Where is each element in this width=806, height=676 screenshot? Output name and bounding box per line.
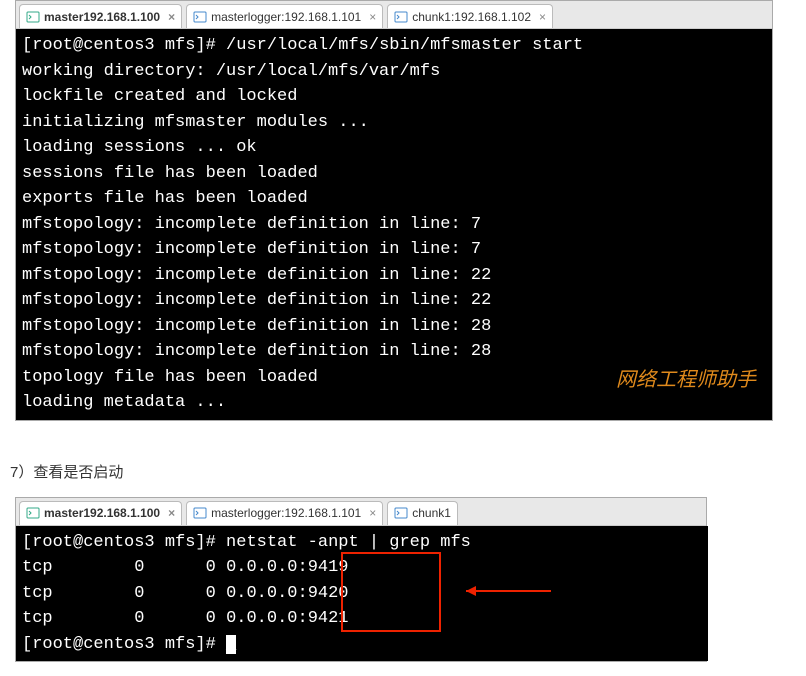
close-icon[interactable]: × xyxy=(164,506,175,520)
output-line: initializing mfsmaster modules ... xyxy=(22,113,369,132)
tab-bar-1: master192.168.1.100 × masterlogger:192.1… xyxy=(16,1,772,29)
watermark-text: 网络工程师助手 xyxy=(616,365,756,395)
close-icon[interactable]: × xyxy=(535,10,546,24)
terminal-icon xyxy=(193,506,207,520)
tab-label: master192.168.1.100 xyxy=(44,506,160,520)
terminal-icon xyxy=(26,10,40,24)
output-line: topology file has been loaded xyxy=(22,368,318,387)
terminal-icon xyxy=(394,10,408,24)
output-line: exports file has been loaded xyxy=(22,189,308,208)
terminal-window-1: master192.168.1.100 × masterlogger:192.1… xyxy=(15,0,773,421)
section-label: 7）查看是否启动 xyxy=(10,461,806,482)
terminal2-wrapper: [root@centos3 mfs]# netstat -anpt | grep… xyxy=(16,526,708,662)
tab-label: master192.168.1.100 xyxy=(44,10,160,24)
close-icon[interactable]: × xyxy=(164,10,175,24)
terminal-icon xyxy=(193,10,207,24)
output-line: mfstopology: incomplete definition in li… xyxy=(22,240,481,259)
close-icon[interactable]: × xyxy=(365,10,376,24)
terminal-output-2[interactable]: [root@centos3 mfs]# netstat -anpt | grep… xyxy=(16,526,708,662)
output-line: sessions file has been loaded xyxy=(22,164,318,183)
close-icon[interactable]: × xyxy=(365,506,376,520)
output-line: mfstopology: incomplete definition in li… xyxy=(22,215,481,234)
tab-label: masterlogger:192.168.1.101 xyxy=(211,10,361,24)
output-line: lockfile created and locked xyxy=(22,87,297,106)
tab-masterlogger[interactable]: masterlogger:192.168.1.101 × xyxy=(186,4,383,28)
terminal-icon xyxy=(394,506,408,520)
netstat-row: tcp 0 0 0.0.0.0:9420 xyxy=(22,584,349,603)
netstat-row: tcp 0 0 0.0.0.0:9421 xyxy=(22,609,349,628)
tab-master[interactable]: master192.168.1.100 × xyxy=(19,501,182,525)
prompt: [root@centos3 mfs]# xyxy=(22,635,226,654)
netstat-row: tcp 0 0 0.0.0.0:9419 xyxy=(22,558,349,577)
tab-label: chunk1:192.168.1.102 xyxy=(412,10,531,24)
output-line: mfstopology: incomplete definition in li… xyxy=(22,266,491,285)
tab-label: chunk1 xyxy=(412,506,451,520)
output-line: working directory: /usr/local/mfs/var/mf… xyxy=(22,62,440,81)
tab-bar-2: master192.168.1.100 × masterlogger:192.1… xyxy=(16,498,706,526)
terminal-output-1[interactable]: [root@centos3 mfs]# /usr/local/mfs/sbin/… xyxy=(16,29,772,420)
tab-label: masterlogger:192.168.1.101 xyxy=(211,506,361,520)
output-line: mfstopology: incomplete definition in li… xyxy=(22,291,491,310)
output-line: mfstopology: incomplete definition in li… xyxy=(22,317,491,336)
tab-chunk1[interactable]: chunk1 xyxy=(387,501,458,525)
terminal-icon xyxy=(26,506,40,520)
output-line: loading sessions ... ok xyxy=(22,138,257,157)
command: /usr/local/mfs/sbin/mfsmaster start xyxy=(226,36,583,55)
prompt: [root@centos3 mfs]# xyxy=(22,533,226,552)
tab-chunk1[interactable]: chunk1:192.168.1.102 × xyxy=(387,4,553,28)
prompt: [root@centos3 mfs]# xyxy=(22,36,226,55)
tab-master[interactable]: master192.168.1.100 × xyxy=(19,4,182,28)
terminal-window-2: master192.168.1.100 × masterlogger:192.1… xyxy=(15,497,707,663)
output-line: mfstopology: incomplete definition in li… xyxy=(22,342,491,361)
output-line: loading metadata ... xyxy=(22,393,226,412)
command: netstat -anpt | grep mfs xyxy=(226,533,471,552)
tab-masterlogger[interactable]: masterlogger:192.168.1.101 × xyxy=(186,501,383,525)
